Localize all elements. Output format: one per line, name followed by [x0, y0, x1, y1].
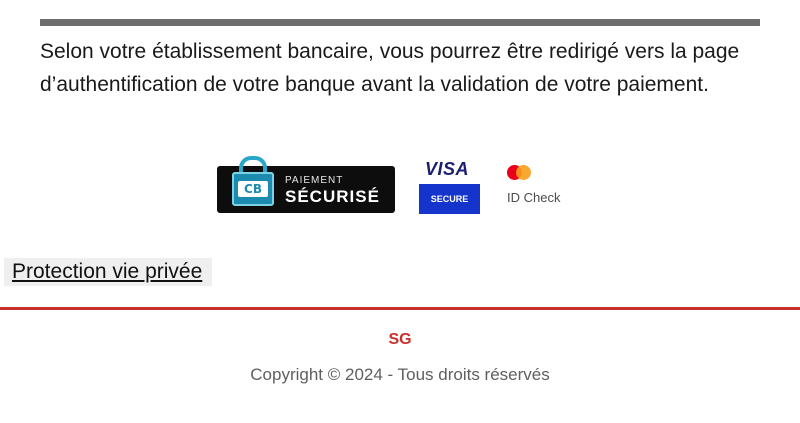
footer-divider — [0, 307, 800, 310]
footer-copyright: Copyright © 2024 - Tous droits réservés — [250, 365, 550, 384]
privacy-protection-link[interactable]: Protection vie privée — [4, 258, 213, 286]
visa-logo: VISA — [425, 159, 470, 179]
cb-secure-payment-badge: CB PAIEMENT SÉCURISÉ — [217, 156, 395, 213]
mastercard-id-check-badge: ID Check — [505, 163, 575, 208]
top-divider — [40, 19, 760, 26]
mastercard-yellow-circle-icon — [516, 165, 531, 180]
cb-label-big: SÉCURISÉ — [285, 187, 380, 206]
visa-secure-badge: VISA SECURE — [419, 159, 480, 215]
visa-secure-label: SECURE — [419, 184, 480, 214]
id-check-label: ID Check — [507, 190, 561, 205]
footer-brand: SG — [388, 331, 412, 348]
cb-logo: CB — [238, 181, 268, 197]
payment-page: Selon votre établissement bancaire, vous… — [0, 0, 800, 423]
cb-label-small: PAIEMENT — [285, 175, 344, 186]
padlock-icon: CB — [232, 172, 274, 206]
security-badges: CB PAIEMENT SÉCURISÉ VISA SECURE ID Chec… — [217, 155, 577, 217]
bank-redirect-notice: Selon votre établissement bancaire, vous… — [40, 40, 740, 96]
